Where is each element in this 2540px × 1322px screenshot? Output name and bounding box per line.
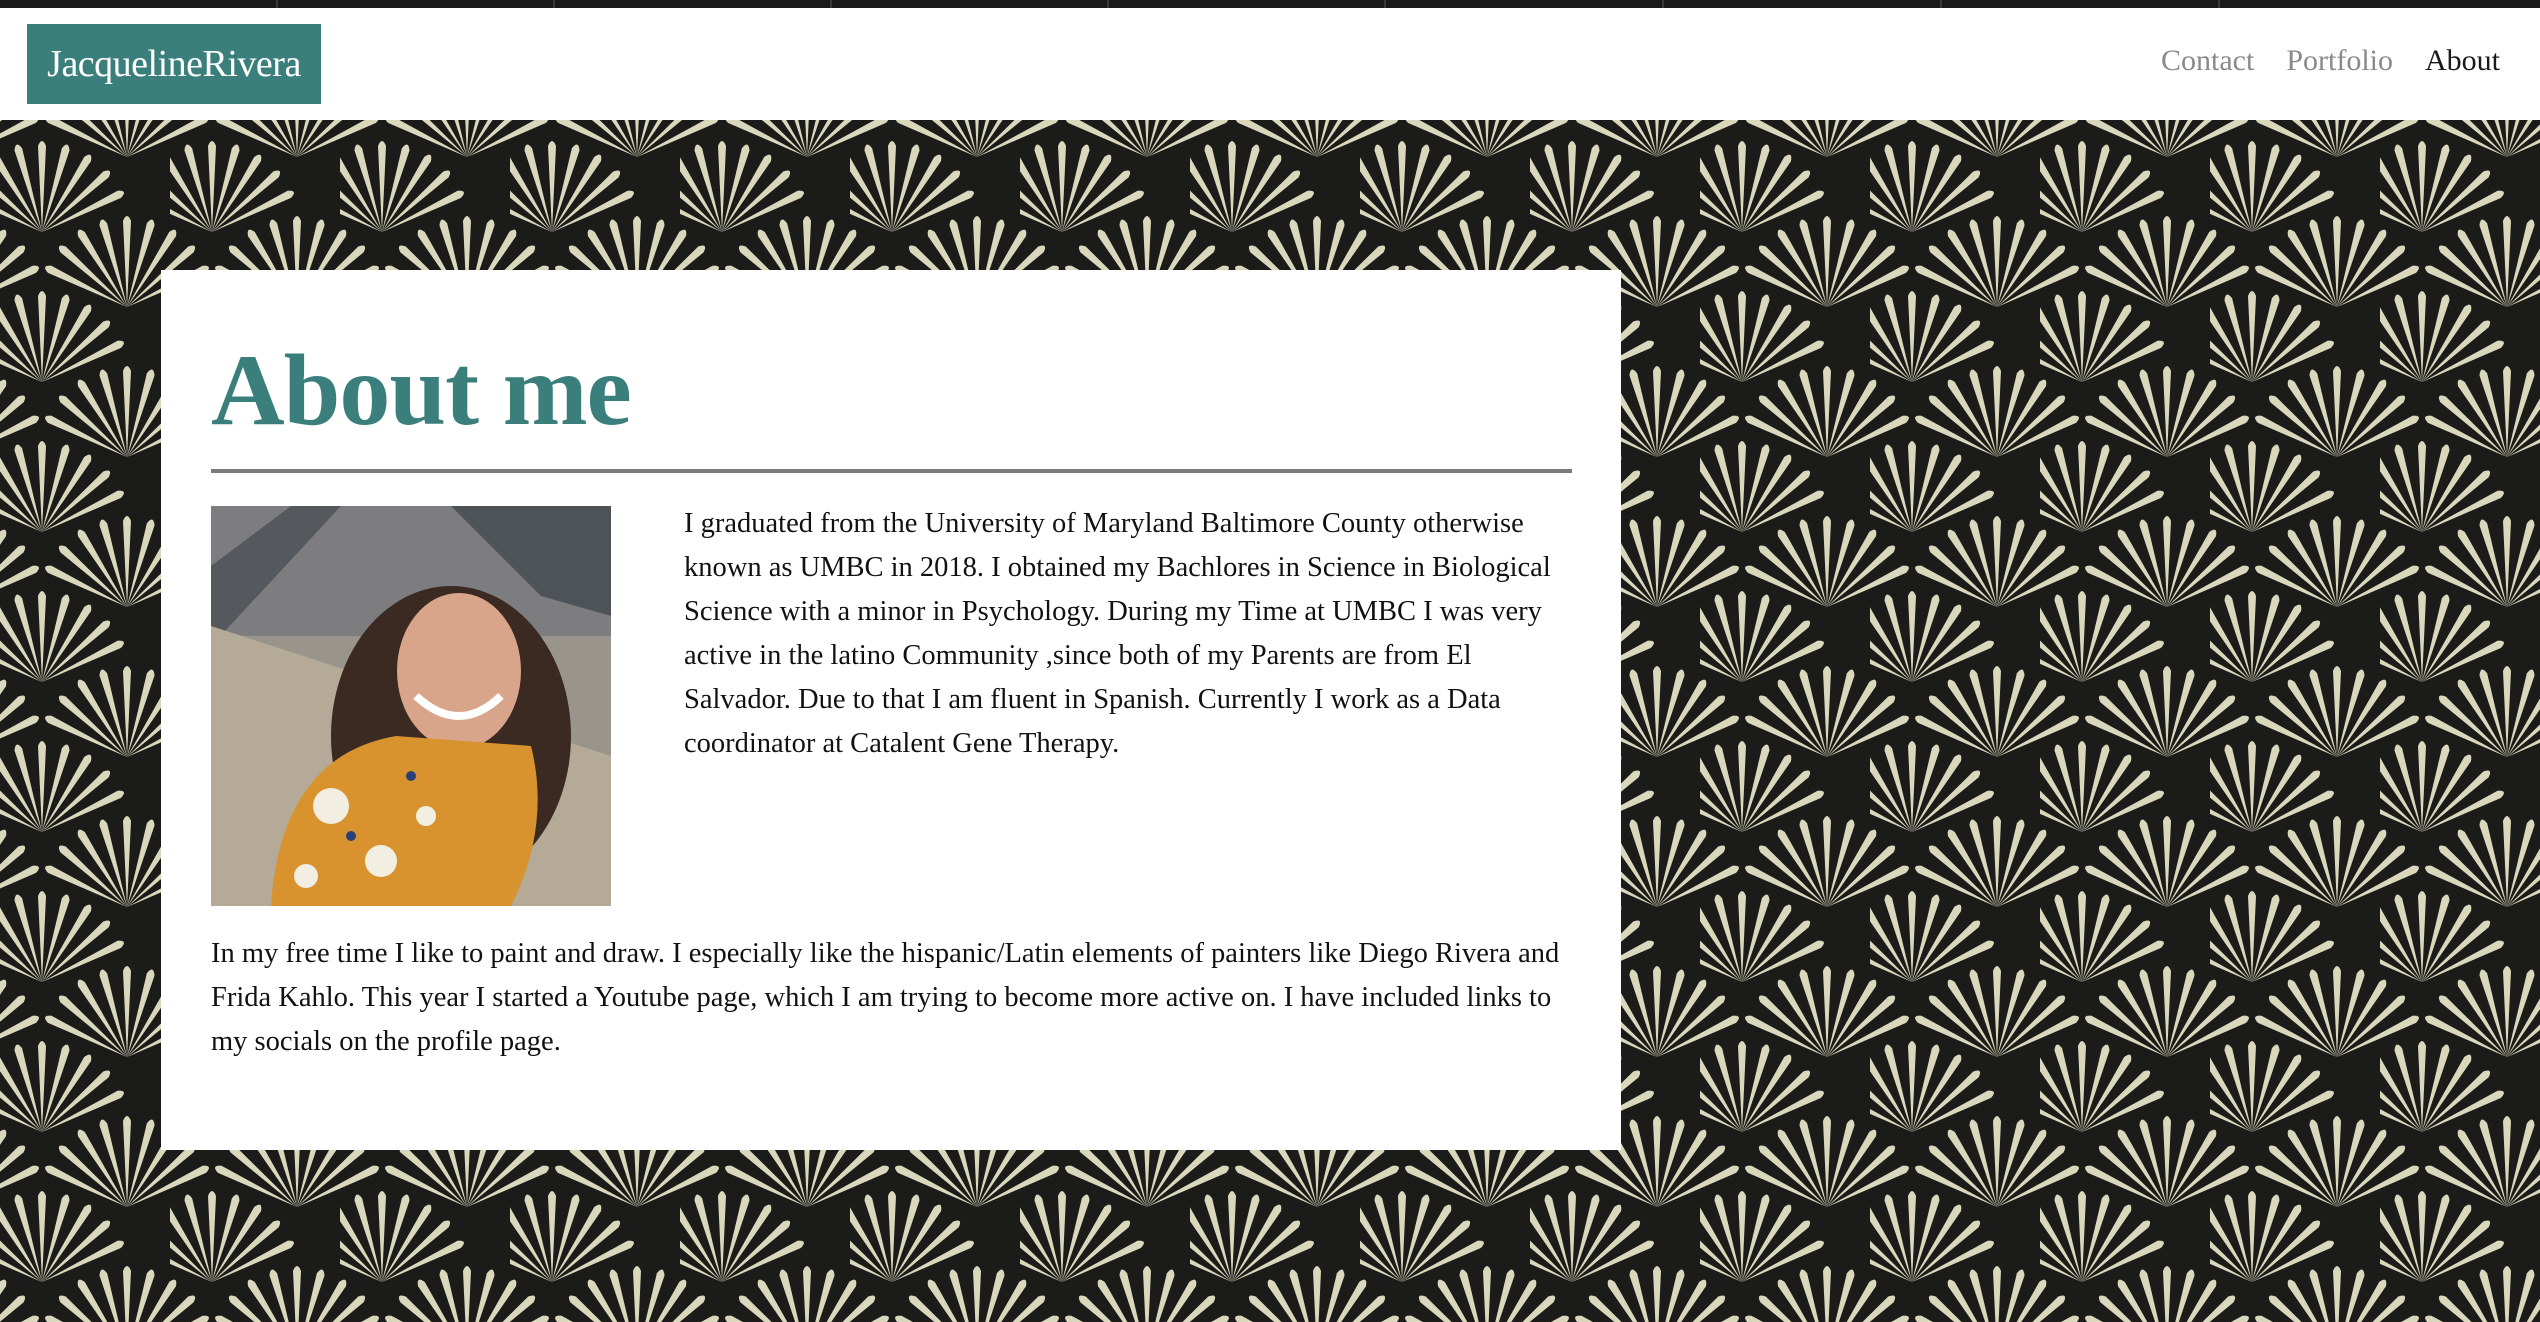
about-card: About me I graduated from the University… (161, 270, 1621, 1150)
site-header: JacquelineRivera Contact Portfolio About (0, 8, 2540, 120)
nav-link-portfolio[interactable]: Portfolio (2286, 44, 2393, 78)
nav-link-about[interactable]: About (2425, 44, 2500, 78)
title-divider (211, 469, 1572, 473)
profile-photo (211, 506, 611, 906)
bio-paragraph-education: I graduated from the University of Maryl… (684, 508, 1551, 759)
bio-paragraph-hobbies: In my free time I like to paint and draw… (211, 938, 1560, 1057)
nav-link-contact[interactable]: Contact (2161, 44, 2254, 78)
site-logo-link[interactable]: JacquelineRivera (27, 24, 321, 104)
top-strip (0, 0, 2540, 8)
page-title: About me (211, 334, 632, 447)
main-nav: Contact Portfolio About (2161, 44, 2500, 78)
